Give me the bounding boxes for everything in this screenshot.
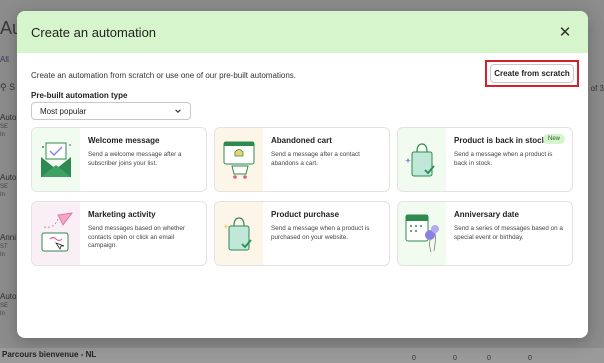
background-row: Auto SE In	[0, 292, 17, 317]
modal-intro-text: Create an automation from scratch or use…	[31, 71, 297, 80]
card-abandoned-cart[interactable]: Abandoned cart Send a message after a co…	[214, 127, 390, 192]
background-search: ⚲ S	[0, 82, 16, 92]
background-stat: 0	[528, 355, 532, 362]
search-icon: ⚲	[0, 82, 7, 92]
card-product-purchase[interactable]: Product purchase Send a message when a p…	[214, 201, 390, 266]
close-icon[interactable]: ✕	[556, 23, 574, 41]
modal-title: Create an automation	[31, 24, 157, 40]
card-body: Welcome message Send a welcome message a…	[80, 128, 206, 191]
create-automation-modal: Create an automation ✕ Create an automat…	[17, 11, 588, 338]
background-stat: 0	[453, 355, 457, 362]
card-product-back-in-stock[interactable]: Product is back in stock Send a message …	[397, 127, 573, 192]
card-illustration	[398, 202, 446, 265]
background-row: Auto SE In	[0, 173, 17, 198]
card-title: Welcome message	[88, 136, 160, 145]
card-body: Anniversary date Send a series of messag…	[446, 202, 572, 265]
card-title: Anniversary date	[454, 210, 519, 219]
card-title: Product purchase	[271, 210, 340, 219]
background-row: Auto SE In	[0, 113, 17, 138]
card-body: Abandoned cart Send a message after a co…	[263, 128, 389, 191]
card-illustration	[215, 128, 263, 191]
card-description: Send messages based on whether contacts …	[88, 225, 185, 249]
card-description: Send a message when a product is purchas…	[271, 225, 370, 241]
card-illustration	[398, 128, 446, 191]
card-body: Product purchase Send a message when a p…	[263, 202, 389, 265]
cart-icon	[223, 141, 255, 179]
new-badge: New	[542, 134, 565, 144]
background-stat: 0	[412, 355, 416, 362]
background-stat: 0	[487, 355, 491, 362]
card-description: Send a welcome message after a subscribe…	[88, 151, 182, 167]
card-description: Send a message after a contact abandons …	[271, 151, 360, 167]
automation-type-select[interactable]: Most popular	[31, 102, 191, 120]
card-marketing-activity[interactable]: Marketing activity Send messages based o…	[31, 201, 207, 266]
envelope-icon	[41, 142, 71, 177]
card-description: Send a series of messages based on a spe…	[454, 225, 563, 241]
shopping-bag-icon	[223, 216, 252, 250]
card-welcome-message[interactable]: Welcome message Send a welcome message a…	[31, 127, 207, 192]
paper-plane-icon	[41, 211, 73, 251]
create-from-scratch-button[interactable]: Create from scratch	[490, 64, 574, 83]
card-anniversary-date[interactable]: Anniversary date Send a series of messag…	[397, 201, 573, 266]
modal-header: Create an automation ✕	[17, 11, 588, 53]
card-description: Send a message when a product is back in…	[454, 151, 553, 167]
highlight-box: Create from scratch	[485, 60, 579, 87]
card-illustration	[215, 202, 263, 265]
automation-type-selected-value: Most popular	[40, 106, 87, 116]
card-body: Product is back in stock Send a message …	[446, 128, 572, 191]
automation-type-label: Pre-built automation type	[31, 91, 128, 100]
calendar-balloons-icon	[405, 214, 439, 252]
shopping-bag-icon	[405, 142, 435, 176]
card-illustration	[32, 128, 80, 191]
card-body: Marketing activity Send messages based o…	[80, 202, 206, 265]
background-row: Anni ST In	[0, 233, 17, 258]
card-illustration	[32, 202, 80, 265]
card-title: Marketing activity	[88, 210, 156, 219]
card-title: Abandoned cart	[271, 136, 332, 145]
background-tab-all: All	[0, 55, 9, 64]
automation-card-grid: Welcome message Send a welcome message a…	[31, 127, 574, 266]
chevron-down-icon	[175, 109, 181, 113]
background-bottom-title: Parcours bienvenue - NL	[2, 350, 97, 359]
